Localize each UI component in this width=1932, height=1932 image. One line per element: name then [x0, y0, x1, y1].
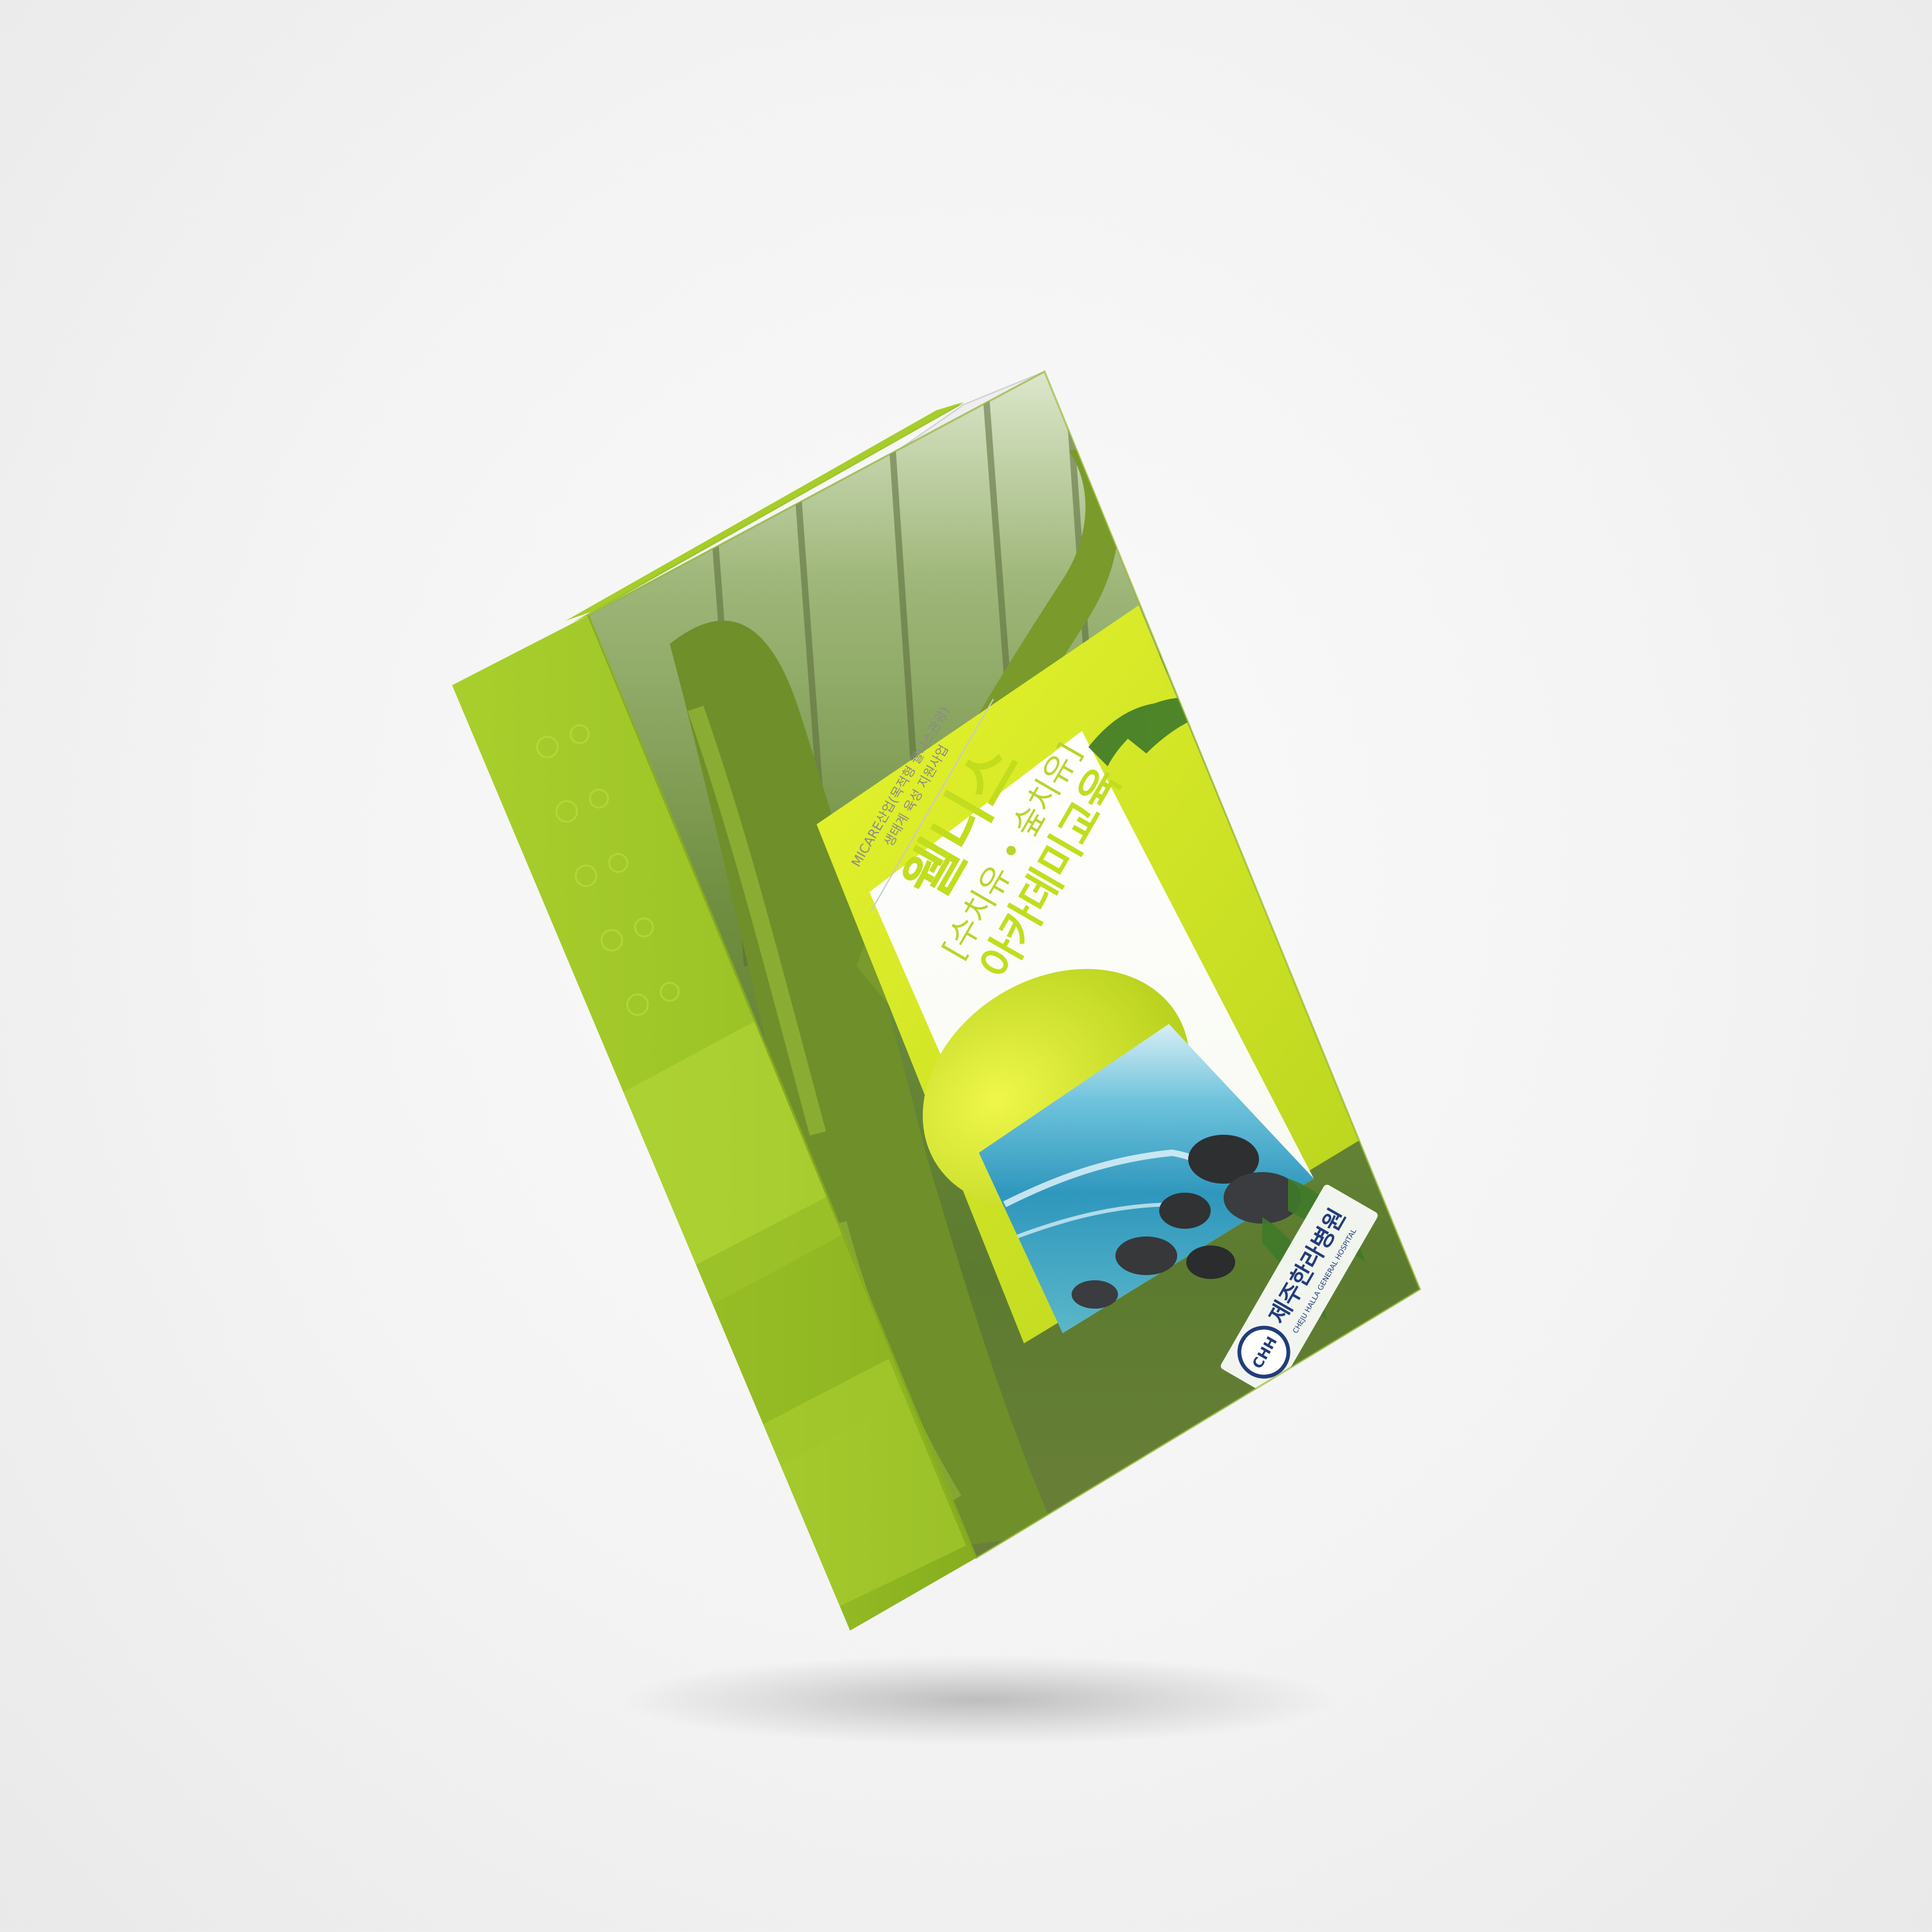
- floor-shadow: [618, 1655, 1340, 1745]
- mockup-scene: MICARE산업(목적형 웰니스관광) 생태계 육성 지원사업 웰니스 [수치유…: [0, 0, 1932, 1932]
- book-mockup: MICARE산업(목적형 웰니스관광) 생태계 육성 지원사업 웰니스 [수치유…: [452, 370, 1421, 1745]
